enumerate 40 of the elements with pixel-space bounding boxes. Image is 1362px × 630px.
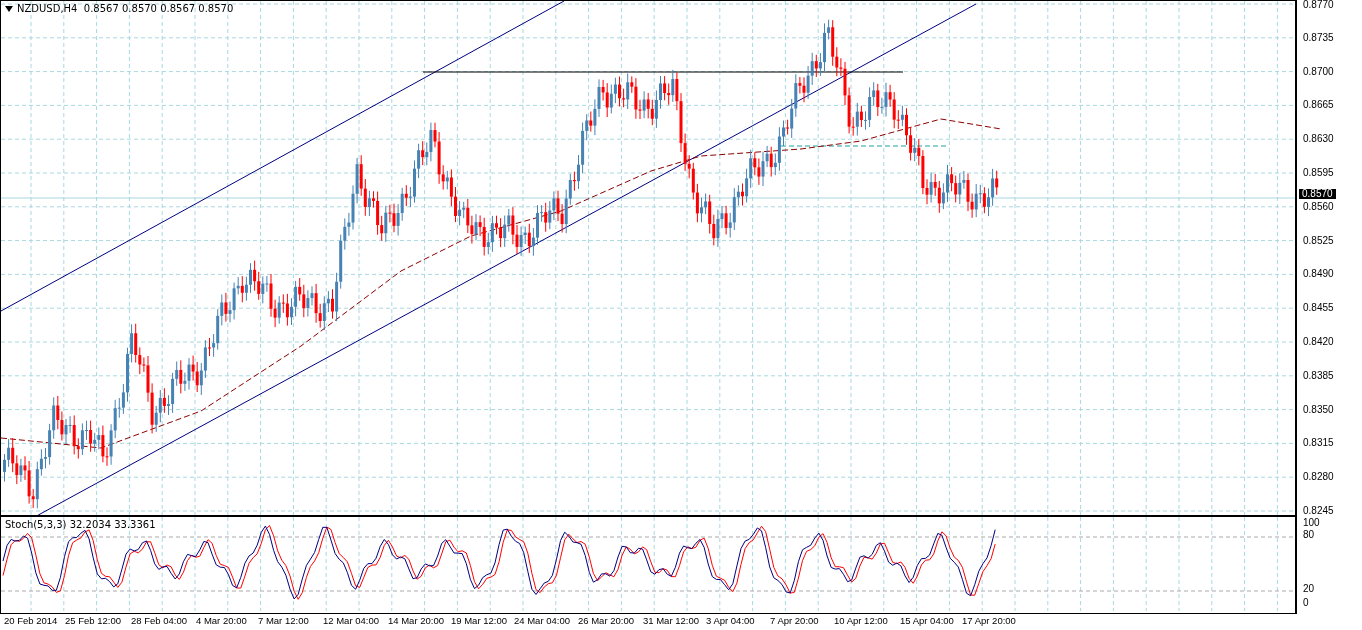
price-axis-label: 0.8315 [1303, 438, 1334, 449]
time-axis-label: 24 Mar 04:00 [514, 615, 570, 626]
indicator-axis-label: 80 [1303, 530, 1315, 540]
indicator-axis-label: 0 [1303, 598, 1309, 608]
price-axis-label: 0.8595 [1303, 168, 1334, 178]
price-axis-label: 0.8770 [1303, 0, 1334, 10]
indicator-label: Stoch(5,3,3) 32.2034 33.3361 [5, 519, 156, 530]
dropdown-triangle-icon[interactable] [5, 5, 13, 12]
price-axis-label: 0.8455 [1303, 303, 1334, 314]
time-axis-label: 15 Apr 04:00 [900, 615, 954, 626]
price-axis-label: 0.8700 [1303, 66, 1334, 77]
time-axis-label: 25 Feb 12:00 [65, 615, 121, 626]
price-axis-label: 0.8735 [1303, 32, 1334, 43]
time-axis-label: 17 Apr 20:00 [962, 615, 1016, 626]
time-axis-label: 3 Apr 04:00 [706, 615, 755, 626]
indicator-axis-label: 100 [1303, 518, 1320, 528]
price-axis-label: 0.8665 [1303, 100, 1334, 111]
price-axis-label: 0.8420 [1303, 337, 1334, 347]
time-axis-label: 26 Mar 20:00 [578, 615, 634, 626]
price-axis-label: 0.8490 [1303, 269, 1334, 280]
price-axis-label: 0.8630 [1303, 134, 1334, 145]
indicator-axis-label: 20 [1303, 584, 1315, 594]
price-axis-label: 0.8280 [1303, 472, 1334, 483]
time-axis-label: 31 Mar 12:00 [643, 615, 699, 626]
chart-title: NZDUSD,H4 0.8567 0.8570 0.8567 0.8570 [17, 3, 234, 14]
price-axis-label: 0.8350 [1303, 404, 1334, 415]
time-axis-label: 12 Mar 04:00 [323, 615, 379, 626]
time-axis-label: 28 Feb 04:00 [131, 615, 187, 626]
time-axis-label: 7 Mar 12:00 [258, 615, 309, 626]
current-price-tag: 0.8570 [1299, 189, 1336, 199]
time-axis-label: 19 Mar 12:00 [451, 615, 507, 626]
time-axis-label: 20 Feb 2014 [4, 615, 58, 626]
time-axis-label: 10 Apr 12:00 [834, 615, 888, 626]
time-axis-label: 4 Mar 20:00 [196, 615, 247, 626]
time-axis-label: 14 Mar 20:00 [388, 615, 444, 626]
price-axis-label: 0.8525 [1303, 235, 1334, 246]
price-axis-label: 0.8385 [1303, 370, 1334, 381]
price-axis-label: 0.8245 [1303, 506, 1334, 516]
price-axis-label: 0.8560 [1303, 201, 1334, 212]
time-axis-label: 7 Apr 20:00 [770, 615, 819, 626]
